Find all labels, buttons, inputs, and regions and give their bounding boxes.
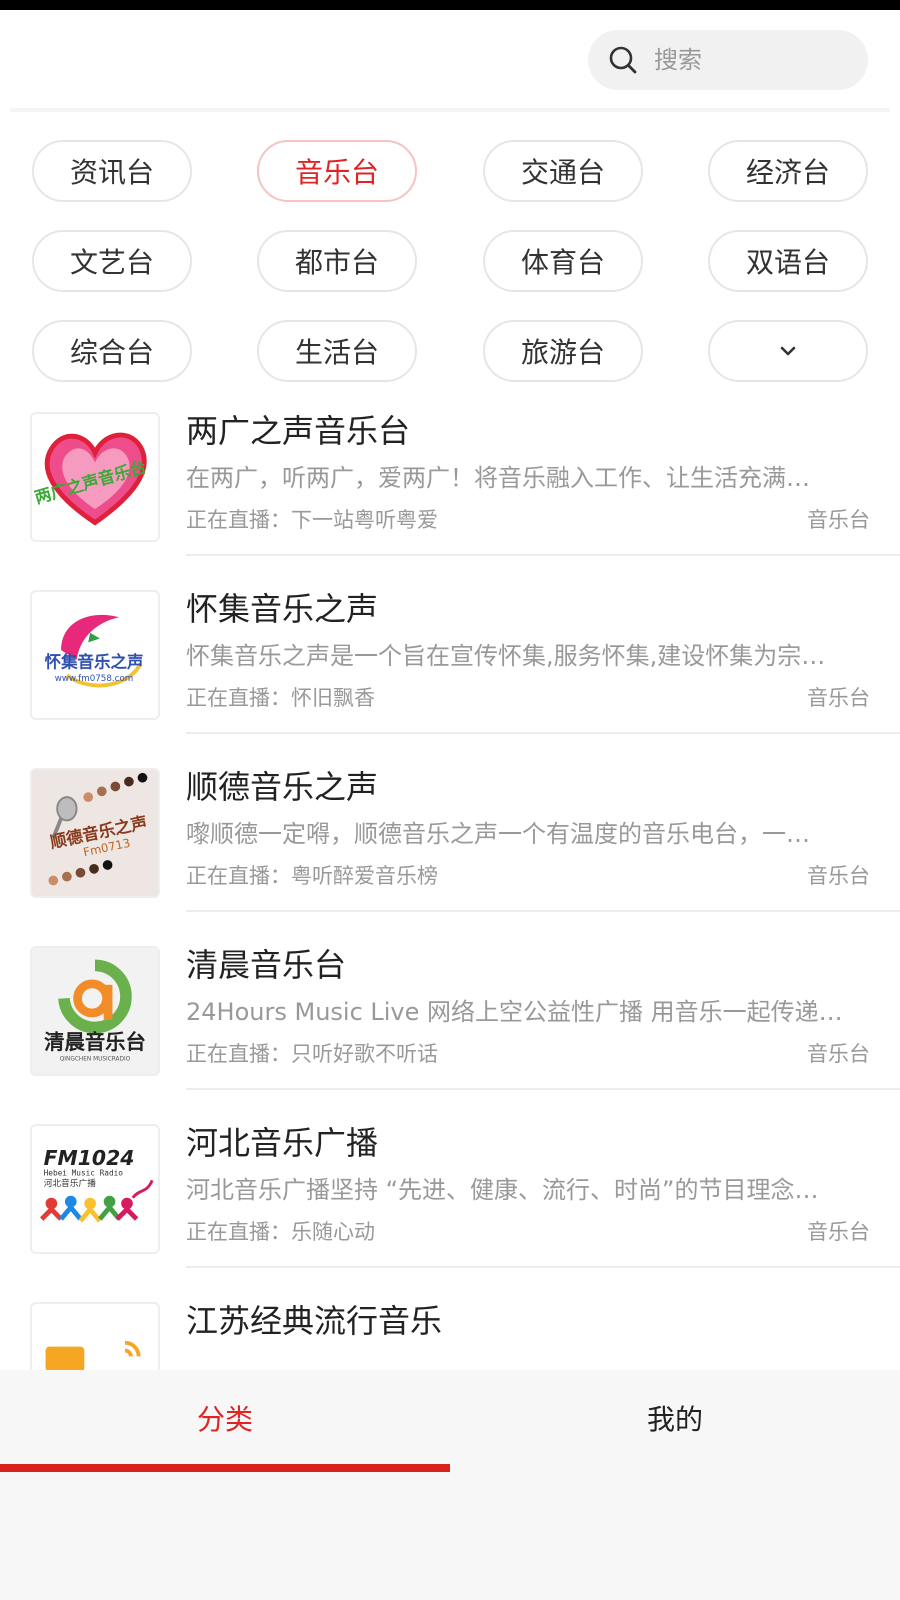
station-description: 在两广，听两广，爱两广！将音乐融入工作、让生活充满… — [186, 464, 810, 492]
category-chip-traffic[interactable]: 交通台 — [483, 140, 643, 202]
station-description: 嚟顺德一定嘚，顺德音乐之声一个有温度的音乐电台，一… — [186, 820, 810, 848]
station-title: 清晨音乐台 — [186, 946, 347, 984]
station-logo: 清晨音乐台 QINGCHEN MUSICRADIO — [30, 946, 160, 1076]
station-item[interactable]: 怀集音乐之声 www.fm0758.com 怀集音乐之声 怀集音乐之声是一个旨在… — [0, 582, 900, 763]
list-divider — [186, 554, 900, 556]
station-logo: FM1024 Hebei Music Radio 河北音乐广播 — [30, 1124, 160, 1254]
search-bar[interactable] — [588, 30, 868, 90]
station-live-program: 正在直播：下一站粤听粤爱 — [186, 508, 438, 532]
list-divider — [186, 1088, 900, 1090]
list-divider — [186, 1266, 900, 1268]
svg-text:QINGCHEN MUSICRADIO: QINGCHEN MUSICRADIO — [60, 1056, 131, 1062]
station-title: 怀集音乐之声 — [186, 590, 379, 628]
category-more-button[interactable] — [708, 320, 868, 382]
station-item[interactable]: FM1024 Hebei Music Radio 河北音乐广播 河北音乐广播 河… — [0, 1116, 900, 1297]
svg-text:怀集音乐之声: 怀集音乐之声 — [45, 653, 144, 672]
chevron-down-icon — [780, 346, 796, 356]
station-title: 两广之声音乐台 — [186, 412, 411, 450]
station-live-program: 正在直播：粤听醉爱音乐榜 — [186, 864, 438, 888]
status-bar — [0, 0, 900, 10]
category-chip-arts[interactable]: 文艺台 — [32, 230, 192, 292]
station-description: 24Hours Music Live 网络上空公益性广播 用音乐一起传递… — [186, 998, 843, 1026]
svg-text:FM1024: FM1024 — [44, 1146, 135, 1170]
category-chip-life[interactable]: 生活台 — [257, 320, 417, 382]
category-chip-bilingual[interactable]: 双语台 — [708, 230, 868, 292]
station-item[interactable]: 顺德音乐之声 Fm0713 顺德音乐之声 嚟顺德一定嘚，顺德音乐之声一个有温度的… — [0, 760, 900, 941]
station-logo: 怀集音乐之声 www.fm0758.com — [30, 590, 160, 720]
station-category: 音乐台 — [807, 686, 870, 710]
station-title: 顺德音乐之声 — [186, 768, 379, 806]
category-chip-travel[interactable]: 旅游台 — [483, 320, 643, 382]
list-divider — [186, 910, 900, 912]
station-category: 音乐台 — [807, 1042, 870, 1066]
category-chip-sports[interactable]: 体育台 — [483, 230, 643, 292]
tab-mine[interactable]: 我的 — [450, 1370, 900, 1465]
station-item[interactable]: 清晨音乐台 QINGCHEN MUSICRADIO 清晨音乐台 24Hours … — [0, 938, 900, 1119]
category-chip-economy[interactable]: 经济台 — [708, 140, 868, 202]
svg-text:清晨音乐台: 清晨音乐台 — [44, 1030, 146, 1054]
station-logo: 顺德音乐之声 Fm0713 — [30, 768, 160, 898]
station-title: 河北音乐广播 — [186, 1124, 379, 1162]
station-description: 怀集音乐之声是一个旨在宣传怀集,服务怀集,建设怀集为宗… — [186, 642, 826, 670]
svg-text:www.fm0758.com: www.fm0758.com — [55, 674, 134, 684]
station-category: 音乐台 — [807, 864, 870, 888]
station-title: 江苏经典流行音乐 — [186, 1302, 443, 1340]
list-divider — [186, 732, 900, 734]
station-category: 音乐台 — [807, 508, 870, 532]
category-chip-news[interactable]: 资讯台 — [32, 140, 192, 202]
svg-text:河北音乐广播: 河北音乐广播 — [44, 1177, 97, 1189]
station-live-program: 正在直播：只听好歌不听话 — [186, 1042, 438, 1066]
station-logo — [30, 1302, 160, 1370]
svg-text:Hebei Music Radio: Hebei Music Radio — [44, 1168, 124, 1177]
station-live-program: 正在直播：怀旧飘香 — [186, 686, 375, 710]
station-list: 两广之声音乐台 两广之声音乐台 在两广，听两广，爱两广！将音乐融入工作、让生活充… — [0, 404, 900, 1370]
header-divider — [10, 108, 890, 112]
station-category: 音乐台 — [807, 1220, 870, 1244]
station-live-program: 正在直播：乐随心动 — [186, 1220, 375, 1244]
category-chip-city[interactable]: 都市台 — [257, 230, 417, 292]
tab-category[interactable]: 分类 — [0, 1370, 450, 1465]
bottom-nav: 分类 我的 — [0, 1370, 900, 1600]
category-chip-music[interactable]: 音乐台 — [257, 140, 417, 202]
station-item[interactable]: 江苏经典流行音乐 — [0, 1294, 900, 1370]
station-description: 河北音乐广播坚持 “先进、健康、流行、时尚”的节目理念… — [186, 1176, 819, 1204]
station-item[interactable]: 两广之声音乐台 两广之声音乐台 在两广，听两广，爱两广！将音乐融入工作、让生活充… — [0, 404, 900, 585]
station-logo: 两广之声音乐台 — [30, 412, 160, 542]
active-tab-indicator — [0, 1464, 450, 1472]
category-chip-general[interactable]: 综合台 — [32, 320, 192, 382]
search-input[interactable] — [654, 40, 844, 80]
search-icon — [609, 46, 637, 74]
